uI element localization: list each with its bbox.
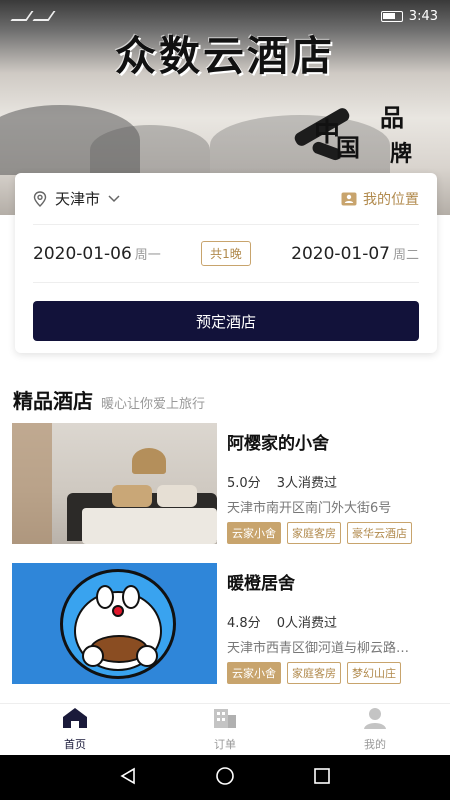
location-pin-icon: [33, 190, 47, 207]
checkin-date-picker[interactable]: 2020-01-06 周一: [33, 244, 161, 264]
hotel-photo: [12, 563, 217, 684]
wifi-icon: [32, 11, 56, 21]
section-title: 精品酒店: [13, 389, 93, 413]
checkout-date: 2020-01-07: [291, 243, 390, 264]
bottom-tab-bar: 首页 订单 我的: [0, 703, 450, 755]
tab-orders[interactable]: 订单: [150, 704, 300, 755]
book-hotel-button[interactable]: 预定酒店: [33, 301, 419, 341]
battery-icon: [380, 10, 403, 22]
user-icon: [363, 707, 387, 732]
hotel-address: 天津市南开区南门外大街6号: [227, 501, 392, 516]
city-selector[interactable]: 天津市: [33, 188, 120, 209]
checkin-date: 2020-01-06: [33, 243, 132, 264]
chevron-down-icon: [108, 194, 120, 203]
signal-icon: [10, 11, 34, 21]
hotel-score: 5.0分: [227, 476, 261, 491]
hotel-name: 暖橙居舍: [227, 574, 295, 594]
nights-badge: 共1晚: [201, 241, 251, 266]
booking-card: 天津市 我的位置 2020-01-06 周一 共1晚 2020-01-07 周二 预…: [15, 173, 437, 353]
hotel-tag: 梦幻山庄: [347, 662, 401, 684]
hotel-tag: 家庭客房: [287, 662, 341, 684]
hotel-card[interactable]: 暖橙居舍 4.8分 0人消费过 天津市西青区御河道与柳云路… 云家小舍 家庭客房…: [12, 563, 442, 688]
hotel-card[interactable]: 阿樱家的小舍 5.0分 3人消费过 天津市南开区南门外大街6号 云家小舍 家庭客…: [12, 423, 442, 548]
my-location-button[interactable]: 我的位置: [341, 189, 419, 209]
tab-label: 订单: [214, 738, 236, 751]
emblem-char: 国: [336, 133, 360, 162]
hotel-tag: 豪华云酒店: [347, 522, 412, 544]
hotel-tag: 云家小舍: [227, 662, 281, 684]
section-subtitle: 暖心让你爱上旅行: [101, 397, 206, 412]
section-header: 精品酒店 暖心让你爱上旅行: [13, 385, 205, 414]
back-icon[interactable]: [119, 767, 137, 789]
my-location-label: 我的位置: [363, 191, 419, 208]
tab-label: 首页: [64, 738, 86, 751]
building-icon: [213, 707, 237, 732]
recents-icon[interactable]: [313, 767, 331, 789]
tab-label: 我的: [364, 738, 386, 751]
hotel-address: 天津市西青区御河道与柳云路…: [227, 641, 410, 656]
contact-card-icon: [341, 192, 357, 206]
status-time: 3:43: [408, 8, 438, 24]
home-icon: [62, 707, 88, 732]
hotel-tag: 家庭客房: [287, 522, 341, 544]
checkin-weekday: 周一: [134, 247, 161, 263]
checkout-weekday: 周二: [392, 247, 419, 263]
hotel-consumers: 0人消费过: [276, 616, 337, 631]
hotel-tag: 云家小舍: [227, 522, 281, 544]
tab-home[interactable]: 首页: [0, 704, 150, 755]
tab-profile[interactable]: 我的: [300, 704, 450, 755]
emblem-char: 品: [380, 103, 404, 132]
brand-emblem: 中 国 品 牌: [292, 90, 442, 185]
city-name: 天津市: [55, 190, 101, 208]
system-nav-bar: [0, 755, 450, 800]
hotel-name: 阿樱家的小舍: [227, 434, 329, 454]
hotel-photo: [12, 423, 217, 544]
hotel-score: 4.8分: [227, 616, 261, 631]
checkout-date-picker[interactable]: 2020-01-07 周二: [291, 244, 419, 264]
hotel-consumers: 3人消费过: [276, 476, 337, 491]
home-circle-icon[interactable]: [215, 766, 235, 790]
status-bar: 3:43: [0, 0, 450, 32]
emblem-char: 牌: [390, 141, 413, 167]
